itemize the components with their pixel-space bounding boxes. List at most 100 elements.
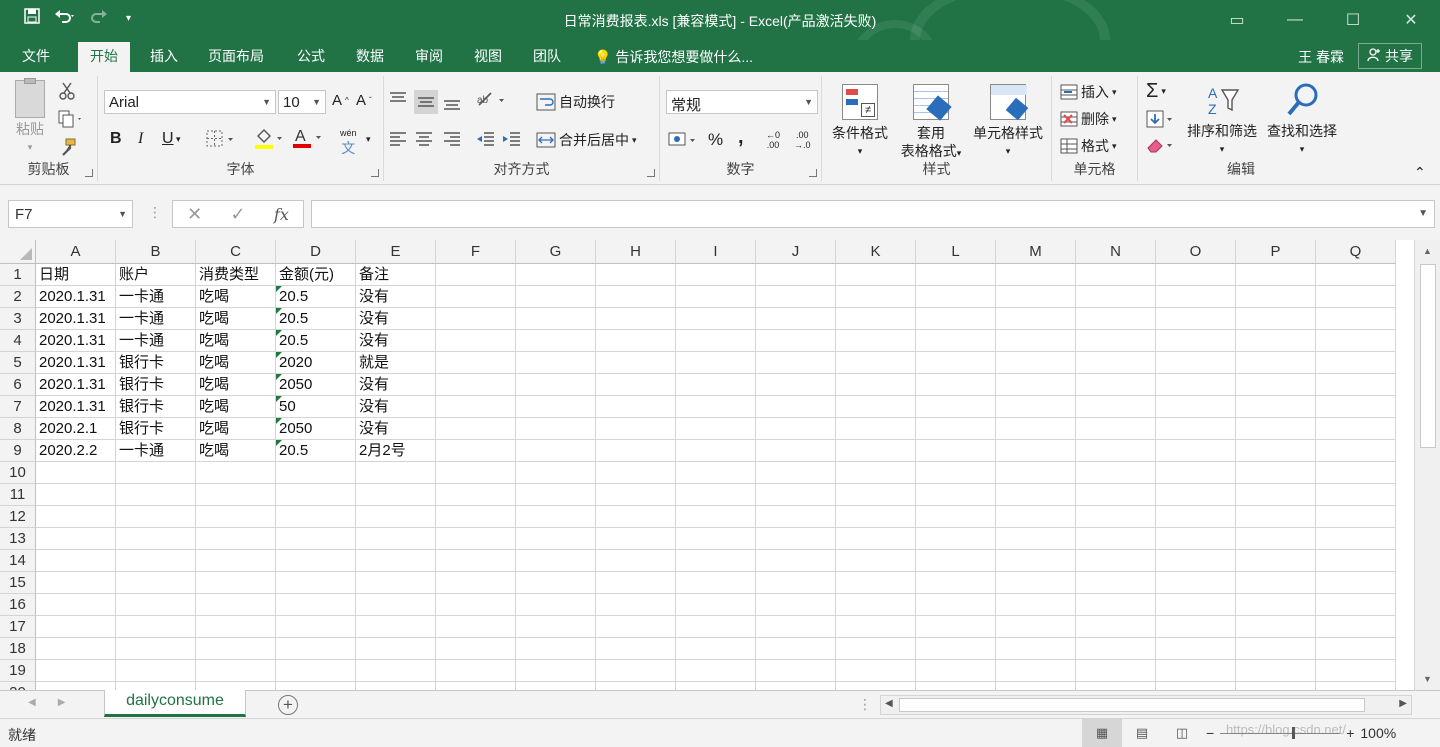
cell-M14[interactable]: [996, 550, 1076, 572]
cell-D4[interactable]: 20.5: [276, 330, 356, 352]
cell-N19[interactable]: [1076, 660, 1156, 682]
italic-button[interactable]: I: [138, 130, 143, 148]
row-header[interactable]: 2: [0, 286, 36, 308]
merge-center-button[interactable]: 合并后居中 ▾: [536, 130, 637, 150]
scroll-up-icon[interactable]: ▲: [1423, 246, 1432, 256]
cell-G2[interactable]: [516, 286, 596, 308]
cell-C7[interactable]: 吃喝: [196, 396, 276, 418]
column-header[interactable]: F: [436, 240, 516, 264]
clipboard-launcher-icon[interactable]: [85, 169, 93, 177]
cell-P1[interactable]: [1236, 264, 1316, 286]
cell-B18[interactable]: [116, 638, 196, 660]
formula-input[interactable]: ▼: [311, 200, 1435, 228]
cell-O6[interactable]: [1156, 374, 1236, 396]
cell-C4[interactable]: 吃喝: [196, 330, 276, 352]
cell-J15[interactable]: [756, 572, 836, 594]
cell-B15[interactable]: [116, 572, 196, 594]
cell-D8[interactable]: 2050: [276, 418, 356, 440]
cell-Q18[interactable]: [1316, 638, 1396, 660]
cell-C12[interactable]: [196, 506, 276, 528]
decrease-indent-icon[interactable]: [476, 130, 496, 148]
row-header[interactable]: 9: [0, 440, 36, 462]
cell-L11[interactable]: [916, 484, 996, 506]
cell-B20[interactable]: [116, 682, 196, 690]
scroll-down-icon[interactable]: ▼: [1423, 674, 1432, 684]
cell-N4[interactable]: [1076, 330, 1156, 352]
cell-I3[interactable]: [676, 308, 756, 330]
cell-A15[interactable]: [36, 572, 116, 594]
cell-A4[interactable]: 2020.1.31: [36, 330, 116, 352]
column-header[interactable]: P: [1236, 240, 1316, 264]
cell-L12[interactable]: [916, 506, 996, 528]
cell-N8[interactable]: [1076, 418, 1156, 440]
cell-D16[interactable]: [276, 594, 356, 616]
cell-F6[interactable]: [436, 374, 516, 396]
cell-I10[interactable]: [676, 462, 756, 484]
cell-C19[interactable]: [196, 660, 276, 682]
cell-F8[interactable]: [436, 418, 516, 440]
select-all-button[interactable]: [0, 240, 36, 264]
cell-P11[interactable]: [1236, 484, 1316, 506]
cell-J7[interactable]: [756, 396, 836, 418]
cell-Q11[interactable]: [1316, 484, 1396, 506]
cell-C8[interactable]: 吃喝: [196, 418, 276, 440]
cell-Q8[interactable]: [1316, 418, 1396, 440]
cell-Q16[interactable]: [1316, 594, 1396, 616]
minimize-button[interactable]: —: [1266, 0, 1324, 40]
cell-F19[interactable]: [436, 660, 516, 682]
row-header[interactable]: 18: [0, 638, 36, 660]
cell-B8[interactable]: 银行卡: [116, 418, 196, 440]
cell-N1[interactable]: [1076, 264, 1156, 286]
cell-J8[interactable]: [756, 418, 836, 440]
cell-B12[interactable]: [116, 506, 196, 528]
cell-D3[interactable]: 20.5: [276, 308, 356, 330]
cell-G7[interactable]: [516, 396, 596, 418]
cell-P5[interactable]: [1236, 352, 1316, 374]
cell-G12[interactable]: [516, 506, 596, 528]
cell-D1[interactable]: 金额(元): [276, 264, 356, 286]
cell-C17[interactable]: [196, 616, 276, 638]
cell-C2[interactable]: 吃喝: [196, 286, 276, 308]
cell-F9[interactable]: [436, 440, 516, 462]
tab-file[interactable]: 文件: [22, 46, 50, 66]
cell-N20[interactable]: [1076, 682, 1156, 690]
cell-B14[interactable]: [116, 550, 196, 572]
cell-D20[interactable]: [276, 682, 356, 690]
cell-N9[interactable]: [1076, 440, 1156, 462]
cell-G20[interactable]: [516, 682, 596, 690]
row-header[interactable]: 5: [0, 352, 36, 374]
cell-Q14[interactable]: [1316, 550, 1396, 572]
cell-M13[interactable]: [996, 528, 1076, 550]
cell-C6[interactable]: 吃喝: [196, 374, 276, 396]
cell-J6[interactable]: [756, 374, 836, 396]
cell-Q19[interactable]: [1316, 660, 1396, 682]
cell-D2[interactable]: 20.5: [276, 286, 356, 308]
cell-A19[interactable]: [36, 660, 116, 682]
autosum-button[interactable]: Σ ▾: [1146, 80, 1166, 103]
cell-P18[interactable]: [1236, 638, 1316, 660]
row-header[interactable]: 6: [0, 374, 36, 396]
cell-H1[interactable]: [596, 264, 676, 286]
cell-K4[interactable]: [836, 330, 916, 352]
cell-E17[interactable]: [356, 616, 436, 638]
column-header[interactable]: Q: [1316, 240, 1396, 264]
row-header[interactable]: 12: [0, 506, 36, 528]
cell-E12[interactable]: [356, 506, 436, 528]
tab-view[interactable]: 视图: [474, 46, 502, 66]
align-right-icon[interactable]: [442, 130, 462, 148]
align-left-icon[interactable]: [388, 130, 408, 148]
cell-Q20[interactable]: [1316, 682, 1396, 690]
cell-C18[interactable]: [196, 638, 276, 660]
cell-J14[interactable]: [756, 550, 836, 572]
cell-L5[interactable]: [916, 352, 996, 374]
cell-E13[interactable]: [356, 528, 436, 550]
insert-cells-button[interactable]: 插入 ▾: [1060, 82, 1117, 102]
cell-O4[interactable]: [1156, 330, 1236, 352]
cell-O12[interactable]: [1156, 506, 1236, 528]
cell-G16[interactable]: [516, 594, 596, 616]
cell-Q1[interactable]: [1316, 264, 1396, 286]
cell-B9[interactable]: 一卡通: [116, 440, 196, 462]
cell-P20[interactable]: [1236, 682, 1316, 690]
accounting-format-icon[interactable]: [668, 130, 700, 150]
horizontal-scrollbar[interactable]: ◀ ▶: [880, 695, 1412, 715]
